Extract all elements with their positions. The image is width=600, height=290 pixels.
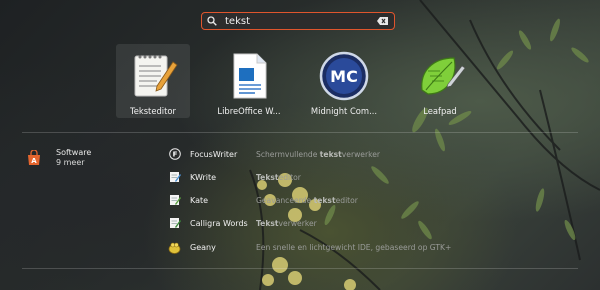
leafpad-icon xyxy=(421,57,466,95)
calligra-words-icon xyxy=(168,217,181,230)
kate-icon xyxy=(168,194,181,207)
result-description: Geavanceerde teksteditor xyxy=(256,195,358,205)
svg-text:F: F xyxy=(172,151,177,159)
section-divider xyxy=(22,132,578,133)
kwrite-icon xyxy=(168,171,181,184)
midnight-commander-icon: MC xyxy=(319,51,369,101)
section-divider-bottom xyxy=(22,268,578,269)
provider-software[interactable]: A Software 9 meer xyxy=(26,148,91,168)
focuswriter-icon: F xyxy=(168,148,181,161)
result-name: Geany xyxy=(190,242,216,252)
result-kwrite[interactable]: KWrite Teksteditor xyxy=(168,169,301,185)
app-tile-teksteditor[interactable]: Teksteditor xyxy=(116,44,190,118)
app-label: Leafpad xyxy=(423,106,457,116)
result-description: Schermvullende tekstverwerker xyxy=(256,149,380,159)
clear-text-icon[interactable] xyxy=(375,14,389,28)
result-name: Kate xyxy=(190,195,209,205)
geany-icon xyxy=(168,241,181,254)
result-description: Teksteditor xyxy=(256,172,301,182)
search-icon xyxy=(207,13,223,29)
result-name: FocusWriter xyxy=(190,149,238,159)
app-label: LibreOffice W... xyxy=(217,106,281,116)
provider-name: Software xyxy=(56,148,92,157)
result-name: Calligra Words xyxy=(190,218,248,228)
text-editor-icon xyxy=(134,55,178,97)
result-kate[interactable]: Kate Geavanceerde teksteditor xyxy=(168,192,358,208)
app-results-grid: Teksteditor LibreOffice W... MC Midnight… xyxy=(0,44,600,120)
libreoffice-writer-icon xyxy=(233,53,267,99)
app-label: Teksteditor xyxy=(130,106,176,116)
software-center-icon: A xyxy=(28,150,40,165)
app-tile-leafpad[interactable]: Leafpad xyxy=(403,44,477,118)
app-tile-midnight-commander[interactable]: MC Midnight Com... xyxy=(307,44,381,118)
result-description: Een snelle en lichtgewicht IDE, gebaseer… xyxy=(256,242,452,252)
result-focuswriter[interactable]: F FocusWriter Schermvullende tekstverwer… xyxy=(168,146,380,162)
result-description: Tekstverwerker xyxy=(256,218,317,228)
svg-text:MC: MC xyxy=(330,67,358,86)
search-field[interactable] xyxy=(201,12,395,30)
result-name: KWrite xyxy=(190,172,217,182)
search-input[interactable] xyxy=(223,14,375,28)
app-label: Midnight Com... xyxy=(310,106,378,116)
result-calligra-words[interactable]: Calligra Words Tekstverwerker xyxy=(168,215,317,231)
result-geany[interactable]: Geany Een snelle en lichtgewicht IDE, ge… xyxy=(168,239,451,255)
app-tile-libreoffice-writer[interactable]: LibreOffice W... xyxy=(212,44,286,118)
provider-more-count: 9 meer xyxy=(56,158,85,167)
svg-text:A: A xyxy=(31,157,37,165)
